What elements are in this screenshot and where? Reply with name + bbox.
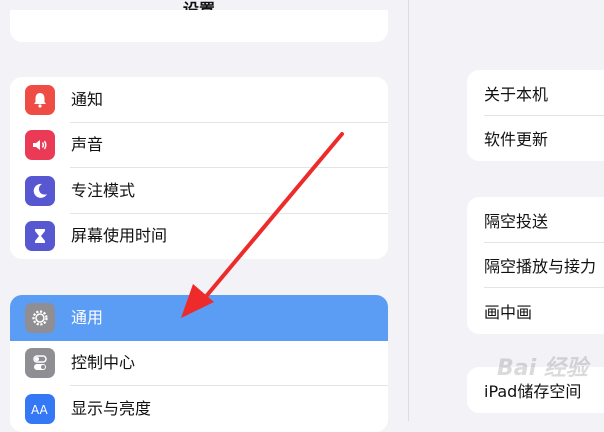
arrow-head — [181, 284, 214, 318]
arrow-shaft — [201, 132, 344, 302]
annotation-arrow — [181, 132, 344, 318]
